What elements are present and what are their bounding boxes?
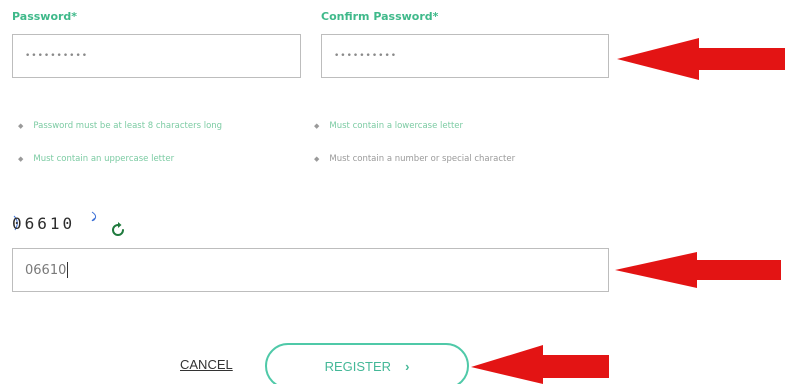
captcha-input[interactable]: 06610 <box>12 248 609 292</box>
cancel-button[interactable]: CANCEL <box>180 357 233 372</box>
password-label: Password* <box>12 10 78 23</box>
bullet-icon: ◆ <box>18 155 24 163</box>
confirm-password-field[interactable]: •••••••••• <box>321 34 609 78</box>
annotation-arrow-icon <box>471 345 609 384</box>
register-label: REGISTER <box>324 358 392 374</box>
requirement-text: Must contain an uppercase letter <box>33 154 175 164</box>
captcha-text: 06610 <box>12 214 76 233</box>
requirement-item: ◆ Password must be at least 8 characters … <box>18 121 222 131</box>
annotation-arrow-icon <box>615 252 781 288</box>
confirm-password-value: •••••••••• <box>334 51 398 61</box>
requirement-item: ◆ Must contain a lowercase letter <box>314 121 463 131</box>
requirement-text: Password must be at least 8 characters l… <box>33 121 223 131</box>
confirm-password-label: Confirm Password* <box>321 10 439 23</box>
annotation-arrow-icon <box>617 38 785 80</box>
registration-form: Password* •••••••••• Confirm Password* •… <box>0 0 790 384</box>
password-field[interactable]: •••••••••• <box>12 34 301 78</box>
requirement-text: Must contain a lowercase letter <box>329 121 464 131</box>
requirement-item: ◆ Must contain a number or special charac… <box>314 154 515 164</box>
bullet-icon: ◆ <box>314 122 320 130</box>
bullet-icon: ◆ <box>18 122 24 130</box>
captcha-input-value: 06610 <box>25 262 67 278</box>
text-caret <box>67 262 69 278</box>
register-button[interactable]: REGISTER › <box>265 343 469 384</box>
chevron-right-icon: › <box>405 358 410 374</box>
refresh-icon[interactable] <box>110 222 126 238</box>
password-value: •••••••••• <box>25 51 89 61</box>
requirement-text: Must contain a number or special charact… <box>329 154 516 164</box>
bullet-icon: ◆ <box>314 155 320 163</box>
requirement-item: ◆ Must contain an uppercase letter <box>18 154 174 164</box>
